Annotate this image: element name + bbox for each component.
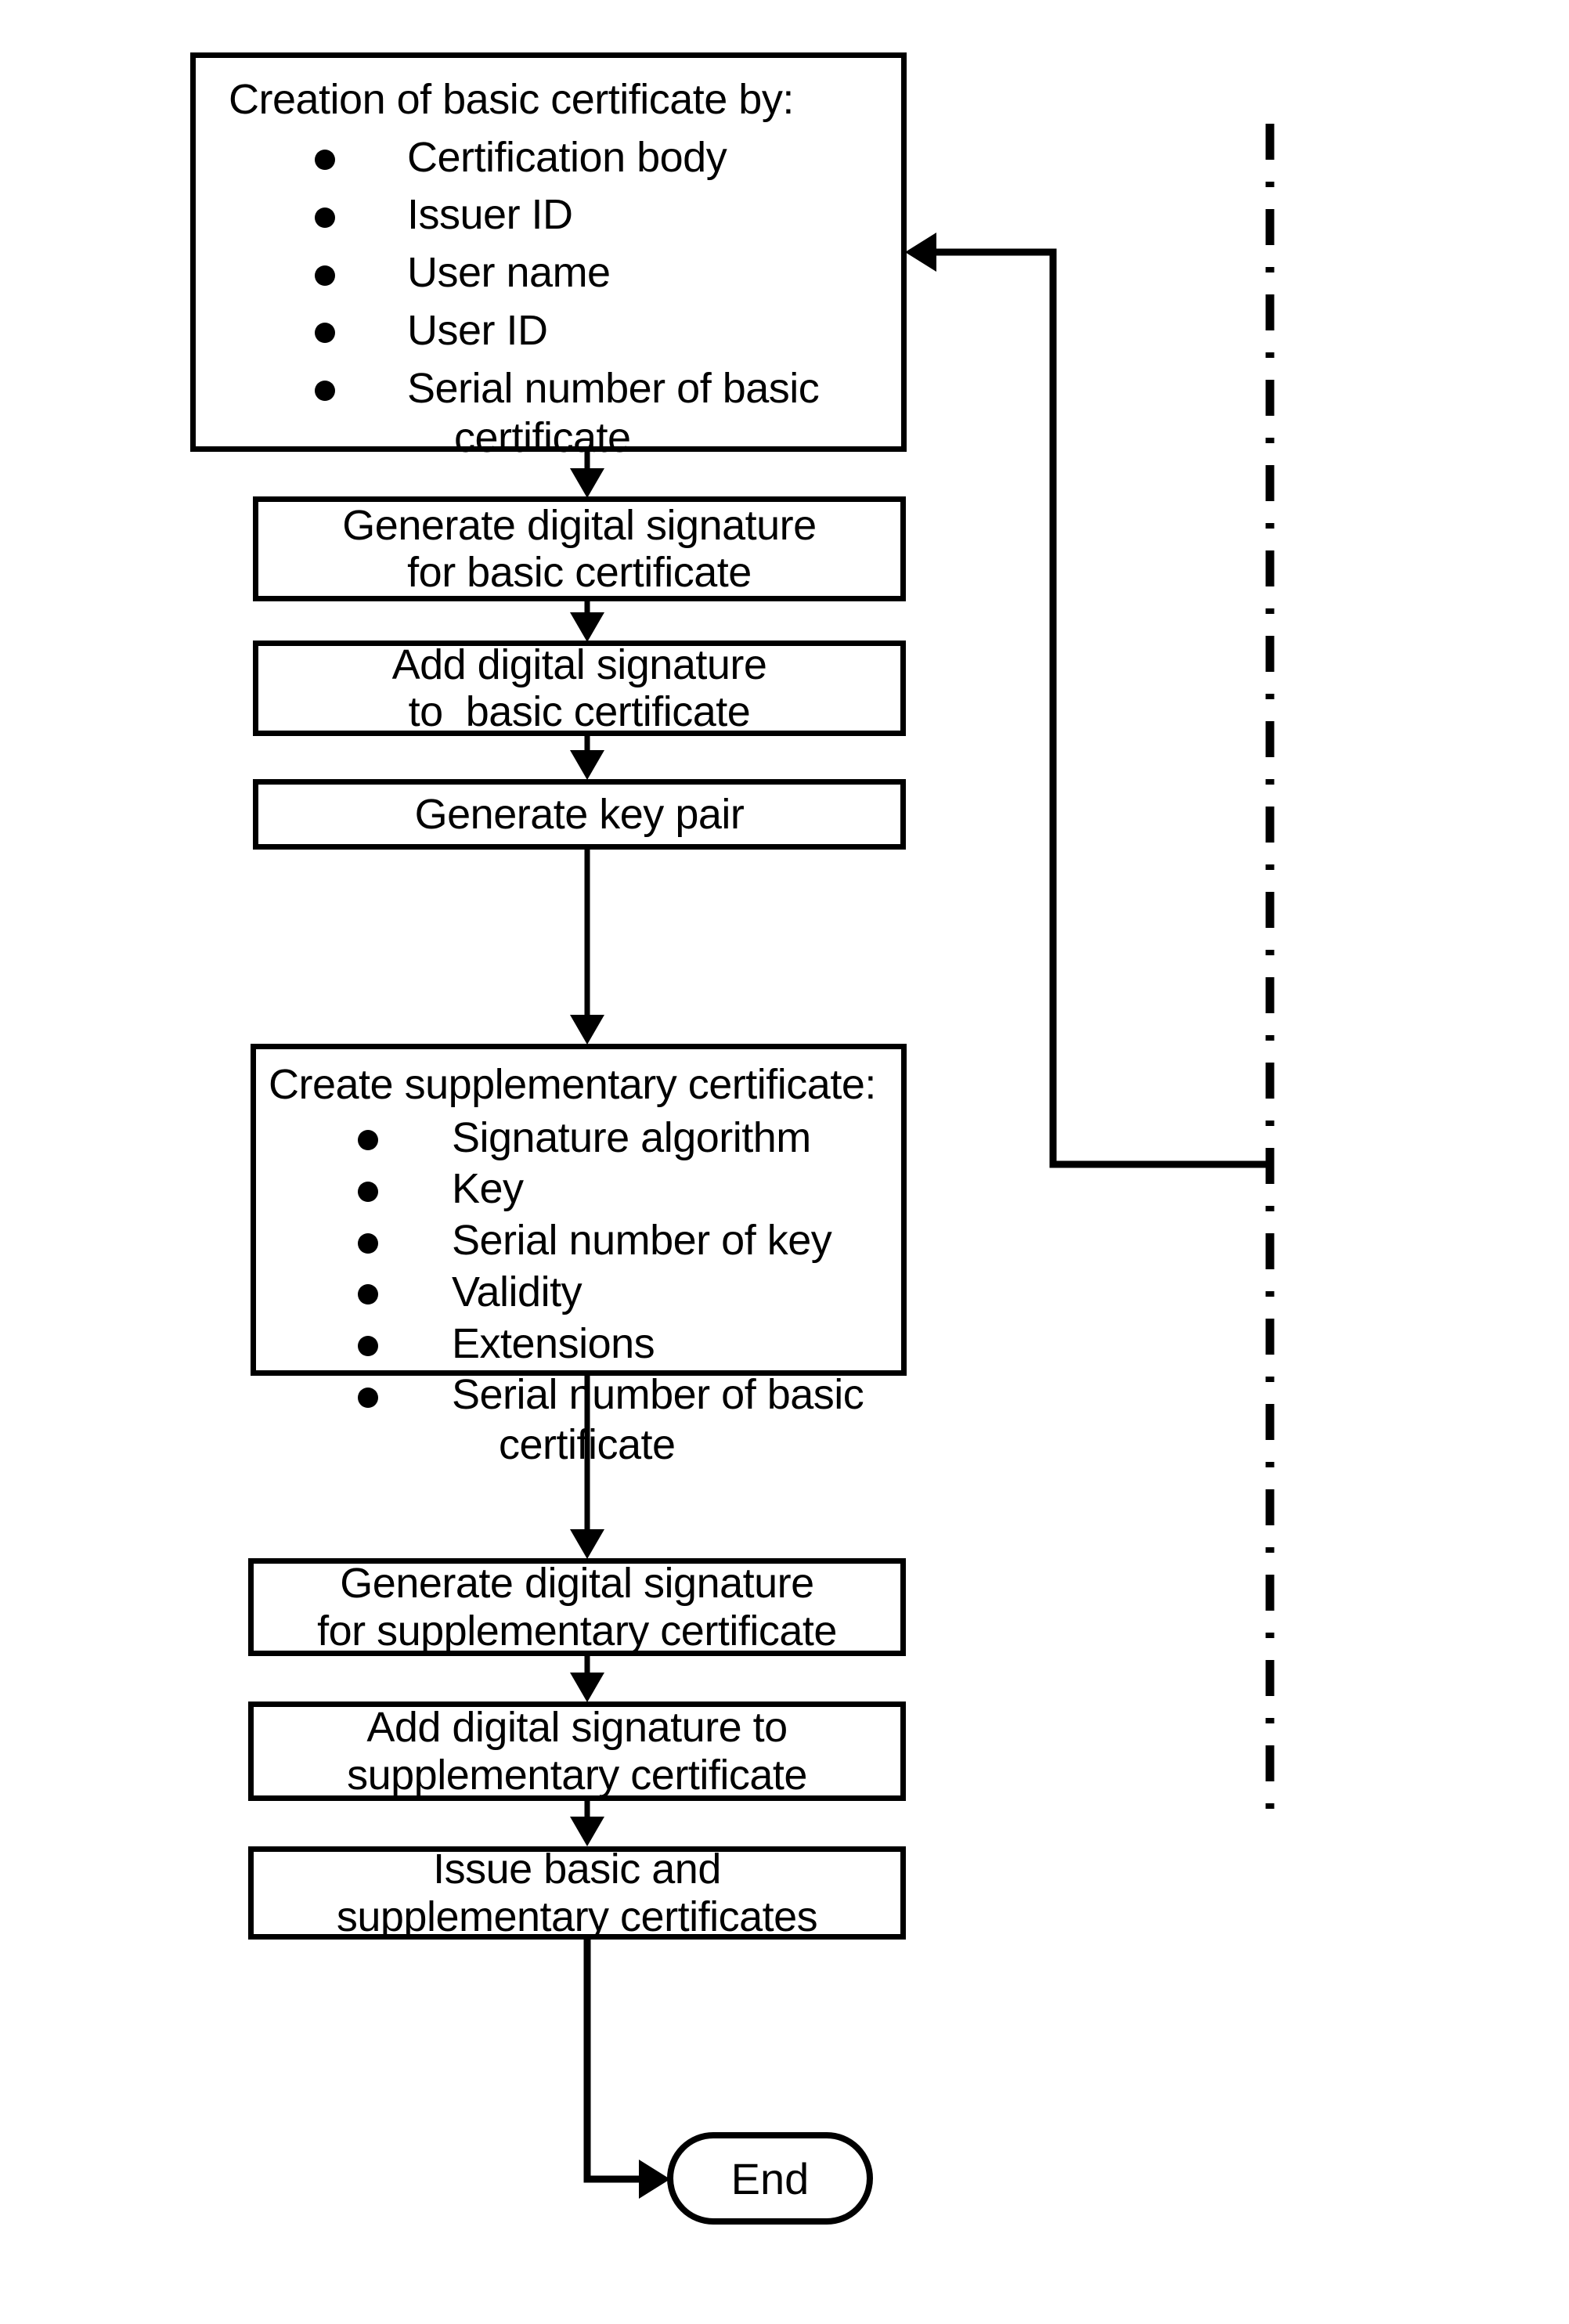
list-item: User name bbox=[196, 248, 901, 298]
node-add-signature-basic[interactable]: Add digital signature to basic certifica… bbox=[253, 641, 906, 736]
list-item-label: Certification body bbox=[407, 133, 727, 181]
node-line-1: Generate key pair bbox=[414, 790, 745, 838]
connector-gen-sig-supp-to-add-sig-supp bbox=[570, 1656, 604, 1702]
bullet-icon bbox=[315, 265, 335, 286]
node-line-1: Add digital signature to bbox=[366, 1704, 788, 1752]
node-create-supplementary-certificate[interactable]: Create supplementary certificate: Signat… bbox=[251, 1044, 907, 1468]
node-line-1: Generate digital signature bbox=[342, 501, 817, 549]
connector-add-sig-supp-to-issue-certs bbox=[570, 1801, 604, 1846]
bullet-icon bbox=[315, 208, 335, 229]
end-label: End bbox=[730, 2153, 810, 2203]
list-item: Key bbox=[256, 1164, 901, 1214]
list-item: Issuer ID bbox=[196, 190, 901, 240]
connector-feedback-loop bbox=[905, 233, 1270, 1168]
bullet-icon bbox=[315, 150, 335, 171]
list-item: Signature algorithm bbox=[256, 1113, 901, 1164]
list-item-label: Key bbox=[452, 1165, 524, 1213]
list-item-label-cont: certificate bbox=[499, 1421, 676, 1469]
node-generate-signature-basic[interactable]: Generate digital signature for basic cer… bbox=[253, 496, 906, 601]
node-line-2: supplementary certificates bbox=[336, 1893, 818, 1940]
node-line-2: to basic certificate bbox=[408, 688, 751, 735]
list-item: Serial number of basic certificate bbox=[196, 364, 901, 464]
node-create-basic-heading: Creation of basic certificate by: bbox=[229, 76, 794, 123]
node-create-basic-certificate[interactable]: Creation of basic certificate by: Certif… bbox=[190, 52, 907, 461]
connector-issue-certs-to-end bbox=[583, 1940, 670, 2199]
bullet-icon bbox=[315, 323, 335, 344]
list-item: Serial number of basic certificate bbox=[256, 1370, 901, 1470]
connector-gen-key-pair-to-create-supplementary bbox=[570, 850, 604, 1045]
bullet-icon bbox=[358, 1336, 378, 1357]
node-line-2: for supplementary certificate bbox=[317, 1607, 837, 1655]
node-line-2: for basic certificate bbox=[407, 549, 752, 596]
node-generate-signature-supplementary[interactable]: Generate digital signature for supplemen… bbox=[248, 1558, 906, 1656]
list-item: Serial number of key bbox=[256, 1216, 901, 1266]
list-item: User ID bbox=[196, 306, 901, 356]
bullet-icon bbox=[358, 1232, 378, 1254]
bullet-icon bbox=[358, 1387, 378, 1408]
list-item-label: Serial number of basic bbox=[407, 364, 820, 412]
list-item-label: User ID bbox=[407, 306, 548, 354]
node-add-signature-supplementary[interactable]: Add digital signature to supplementary c… bbox=[248, 1702, 906, 1801]
list-item-label: Signature algorithm bbox=[452, 1113, 811, 1161]
list-item: Validity bbox=[256, 1268, 901, 1318]
list-item-label: Serial number of key bbox=[452, 1217, 832, 1265]
bullet-icon bbox=[358, 1130, 378, 1151]
list-item-label: Issuer ID bbox=[407, 191, 573, 239]
node-create-basic-list: Certification body Issuer ID User name U… bbox=[196, 133, 901, 464]
list-item: Certification body bbox=[196, 133, 901, 183]
connector-add-sig-basic-to-gen-key-pair bbox=[570, 736, 604, 780]
node-generate-key-pair[interactable]: Generate key pair bbox=[253, 779, 906, 850]
bullet-icon bbox=[358, 1182, 378, 1203]
node-create-supplementary-list: Signature algorithm Key Serial number of… bbox=[256, 1113, 901, 1471]
list-item-label: Serial number of basic bbox=[452, 1371, 864, 1419]
bullet-icon bbox=[315, 381, 335, 402]
list-item-label: Extensions bbox=[452, 1319, 655, 1367]
node-create-supplementary-heading: Create supplementary certificate: bbox=[269, 1061, 876, 1108]
list-item-label-cont: certificate bbox=[454, 414, 631, 462]
node-line-2: supplementary certificate bbox=[347, 1751, 807, 1799]
node-line-1: Add digital signature bbox=[391, 641, 767, 688]
bullet-icon bbox=[358, 1284, 378, 1305]
node-line-1: Generate digital signature bbox=[340, 1560, 814, 1608]
node-line-1: Issue basic and bbox=[433, 1846, 721, 1893]
node-end-terminator[interactable]: End bbox=[667, 2132, 873, 2225]
connector-gen-sig-basic-to-add-sig-basic bbox=[570, 601, 604, 642]
node-issue-certificates[interactable]: Issue basic and supplementary certificat… bbox=[248, 1846, 906, 1940]
list-item-label: User name bbox=[407, 249, 611, 297]
list-item-label: Validity bbox=[452, 1268, 583, 1315]
list-item: Extensions bbox=[256, 1319, 901, 1370]
flowchart-page: Creation of basic certificate by: Certif… bbox=[0, 0, 1569, 2324]
